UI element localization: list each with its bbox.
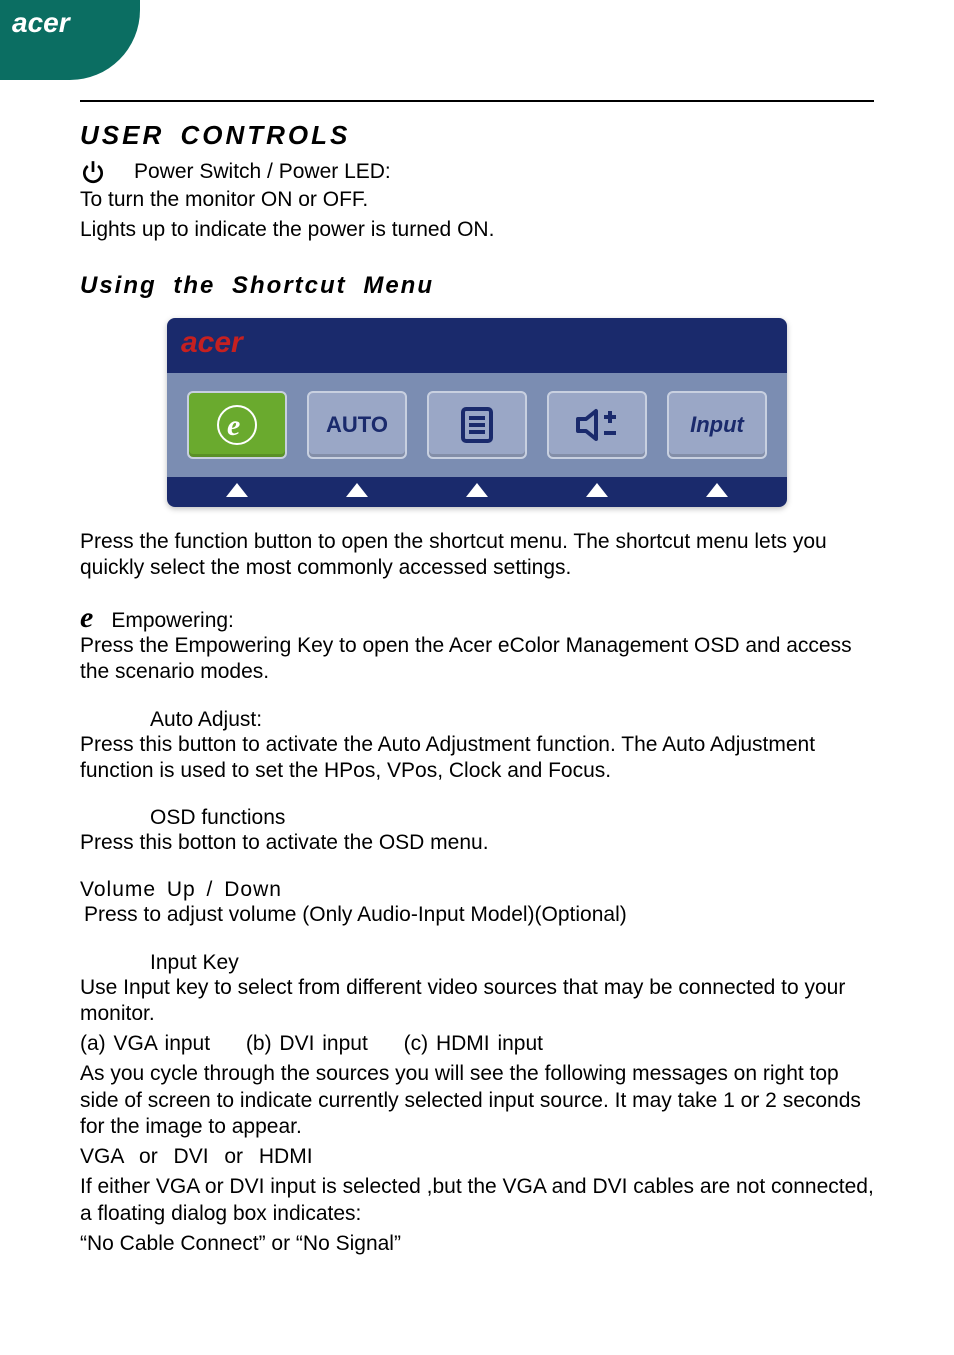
arrow-up-icon <box>586 483 608 497</box>
osd-auto-button[interactable]: AUTO <box>307 391 407 459</box>
heading-user-controls: USER CONTROLS <box>80 120 874 151</box>
arrow-up-icon <box>466 483 488 497</box>
volume-title: Volume Up / Down <box>80 878 874 902</box>
osd-menu-button[interactable] <box>427 391 527 459</box>
input-key-sources-line: VGA or DVI or HDMI <box>80 1144 874 1170</box>
osd-functions-body: Press this botton to activate the OSD me… <box>80 830 874 856</box>
power-row: Power Switch / Power LED: <box>80 159 874 185</box>
auto-title: Auto Adjust: <box>80 708 874 732</box>
input-key-title: Input Key <box>80 951 874 975</box>
input-key-body1: Use Input key to select from different v… <box>80 975 874 1028</box>
arrow-up-icon <box>346 483 368 497</box>
svg-text:e: e <box>227 409 240 442</box>
osd-input-label: Input <box>690 412 744 438</box>
input-opt-b: (b) DVI input <box>246 1031 368 1057</box>
input-key-options: (a) VGA input (b) DVI input (c) HDMI inp… <box>80 1031 874 1057</box>
auto-body: Press this button to activate the Auto A… <box>80 732 874 785</box>
osd-ecolor-button[interactable]: e <box>187 391 287 459</box>
acer-logo-osd-icon: acer <box>181 326 281 360</box>
osd-auto-label: AUTO <box>326 412 388 438</box>
power-line1: To turn the monitor ON or OFF. <box>80 187 874 213</box>
top-rule <box>80 100 874 102</box>
input-opt-c: (c) HDMI input <box>404 1031 543 1057</box>
arrow-up-icon <box>226 483 248 497</box>
power-line2: Lights up to indicate the power is turne… <box>80 217 874 243</box>
input-key-body3: If either VGA or DVI input is selected ,… <box>80 1174 874 1227</box>
osd-header: acer <box>167 318 787 373</box>
osd-input-button[interactable]: Input <box>667 391 767 459</box>
osd-footer <box>167 477 787 507</box>
arrow-up-icon <box>706 483 728 497</box>
empowering-e-icon: e <box>80 603 93 633</box>
empowering-head: e Empowering: <box>80 603 874 633</box>
power-icon <box>80 159 106 185</box>
input-key-body2: As you cycle through the sources you wil… <box>80 1061 874 1140</box>
volume-body: Press to adjust volume (Only Audio-Input… <box>80 902 874 928</box>
osd-functions-title: OSD functions <box>80 806 874 830</box>
input-opt-a: (a) VGA input <box>80 1031 210 1057</box>
empowering-title: Empowering: <box>111 609 234 633</box>
svg-text:acer: acer <box>12 8 72 38</box>
menu-list-icon <box>457 405 497 445</box>
ecolor-icon: e <box>217 405 257 445</box>
osd-volume-button[interactable] <box>547 391 647 459</box>
input-key-body4: “No Cable Connect” or “No Signal” <box>80 1231 874 1257</box>
osd-figure: acer e AUTO <box>167 318 787 507</box>
power-label: Power Switch / Power LED: <box>134 160 391 184</box>
volume-icon <box>574 405 620 445</box>
svg-text:acer: acer <box>181 326 245 359</box>
acer-logo-icon: acer <box>12 8 102 40</box>
shortcut-intro: Press the function button to open the sh… <box>80 529 874 582</box>
empowering-body: Press the Empowering Key to open the Ace… <box>80 633 874 686</box>
heading-shortcut-menu: Using the Shortcut Menu <box>80 272 874 300</box>
osd-body: e AUTO <box>167 373 787 477</box>
